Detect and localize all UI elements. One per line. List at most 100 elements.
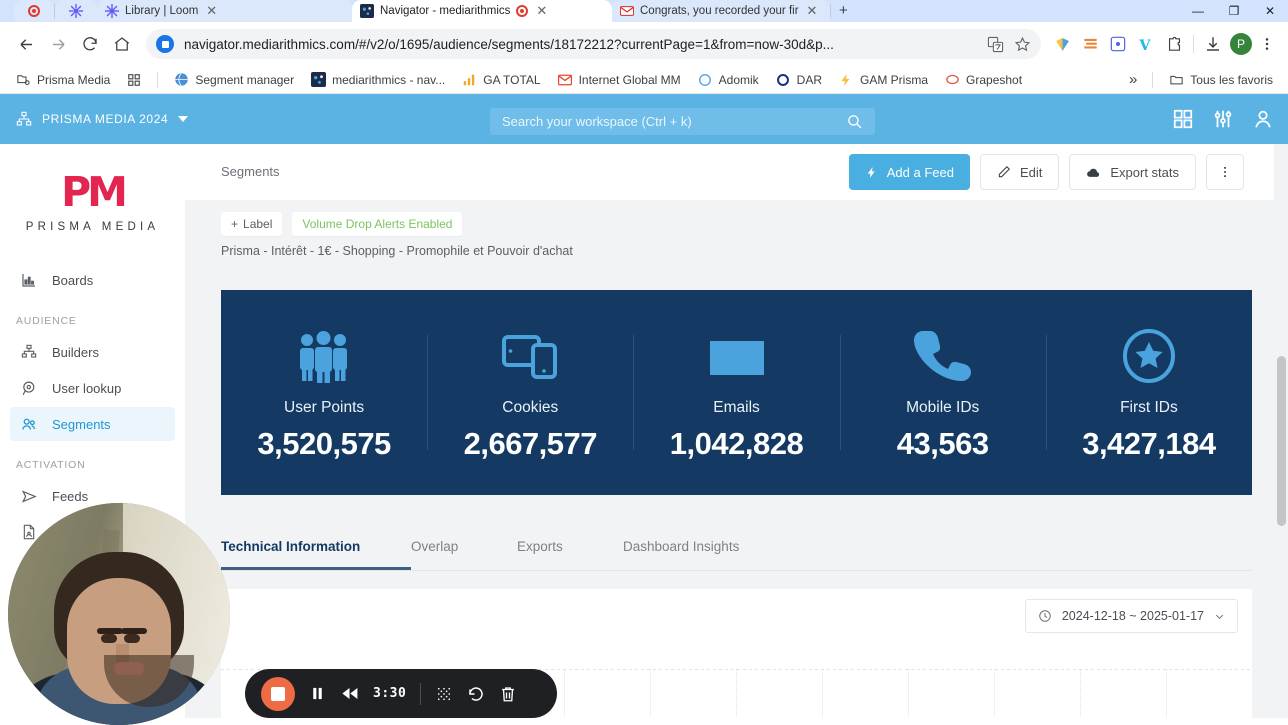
dotted-grid-icon[interactable] (435, 685, 453, 703)
profile-avatar[interactable]: P (1226, 31, 1256, 57)
breadcrumb[interactable]: Segments (221, 164, 280, 179)
pause-icon[interactable] (309, 685, 326, 702)
grammarly-icon[interactable] (1049, 31, 1075, 57)
tab-dashboard-insights[interactable]: Dashboard Insights (623, 539, 739, 570)
bookmark-segment-manager[interactable]: Segment manager (166, 69, 301, 91)
loom-control-bar: 3:30 (245, 669, 557, 718)
bookmark-label: GAM Prisma (860, 72, 929, 87)
window-close-button[interactable]: ✕ (1252, 0, 1288, 22)
browser-tab-navigator[interactable]: Navigator - mediarithmics ✕ (352, 0, 612, 22)
webcam-eye-right (124, 633, 141, 643)
organisation-selector[interactable]: PRISMA MEDIA 2024 (16, 111, 189, 127)
main-content: Segments Add a Feed Edit Export stats + … (185, 144, 1288, 718)
browser-tab-congrats[interactable]: Congrats, you recorded your fir ✕ (612, 0, 830, 22)
settings-sliders-icon[interactable] (1212, 108, 1234, 130)
add-label-chip[interactable]: + Label (221, 212, 283, 236)
bookmark-internet-global-mm[interactable]: Internet Global MM (550, 69, 688, 91)
browser-tab-loom[interactable] (14, 0, 54, 22)
bookmark-label: Internet Global MM (578, 72, 681, 87)
bookmark-dar[interactable]: DAR (768, 69, 829, 91)
devices-icon (427, 323, 633, 383)
loom-icon[interactable] (1105, 31, 1131, 57)
sidebar-item-boards[interactable]: Boards (10, 263, 175, 297)
translate-icon[interactable] (987, 36, 1004, 53)
apps-grid-icon[interactable] (1172, 108, 1194, 130)
window-maximize-button[interactable]: ❐ (1216, 0, 1252, 22)
window-minimize-button[interactable]: — (1180, 0, 1216, 22)
forward-button[interactable] (42, 28, 74, 60)
back-button[interactable] (10, 28, 42, 60)
builders-hierarchy-icon (20, 343, 38, 361)
bookmark-label: Adomik (718, 72, 759, 87)
star-circle-icon (1046, 323, 1252, 383)
bookmark-prisma-media[interactable]: Prisma Media (8, 69, 117, 91)
date-range-picker[interactable]: 2024-12-18 ~ 2025-01-17 (1024, 599, 1238, 633)
browser-tab-loom-2[interactable] (55, 0, 97, 22)
sidebar-item-label: User lookup (52, 380, 122, 396)
detail-tabs: Technical Information Overlap Exports Da… (221, 539, 1252, 571)
tab-close-icon[interactable]: ✕ (536, 3, 547, 19)
plus-icon: + (231, 217, 239, 231)
home-button[interactable] (106, 28, 138, 60)
tab-exports[interactable]: Exports (517, 539, 623, 570)
tab-close-icon[interactable]: ✕ (206, 3, 217, 19)
sidebar-item-user-lookup[interactable]: User lookup (10, 371, 175, 405)
workspace-search-input[interactable]: Search your workspace (Ctrl + k) (490, 108, 875, 135)
tab-recording-indicator-icon (28, 5, 40, 17)
bookmark-adomik[interactable]: Adomik (690, 69, 766, 91)
page-scrollbar[interactable] (1274, 144, 1288, 718)
people-group-icon (221, 323, 427, 383)
bookmark-gam-prisma[interactable]: GAM Prisma (831, 69, 935, 91)
bookmark-label: DAR (796, 72, 822, 87)
vimeo-icon[interactable]: V (1133, 31, 1159, 57)
export-stats-button[interactable]: Export stats (1069, 154, 1196, 190)
adomik-circle-icon (697, 72, 713, 88)
site-info-icon[interactable] (156, 35, 174, 53)
kebab-menu-icon[interactable] (1256, 31, 1278, 57)
puzzle-extensions-icon[interactable] (1161, 31, 1187, 57)
tab-overlap[interactable]: Overlap (411, 539, 517, 570)
bookmark-star-icon[interactable] (1014, 36, 1031, 53)
more-actions-button[interactable] (1206, 154, 1244, 190)
restart-icon[interactable] (467, 685, 485, 703)
bookmark-divider (1152, 71, 1154, 88)
all-bookmarks-button[interactable]: Tous les favoris (1161, 69, 1280, 91)
trash-icon[interactable] (499, 685, 517, 703)
window-controls: — ❐ ✕ (1180, 0, 1288, 22)
app-header-icons (1172, 94, 1274, 144)
address-bar[interactable]: navigator.mediarithmics.com/#/v2/o/1695/… (146, 29, 1041, 59)
bookmark-ga-total[interactable]: GA TOTAL (454, 69, 547, 91)
extension-orange-icon[interactable] (1077, 31, 1103, 57)
new-tab-button[interactable]: + (831, 0, 856, 22)
bookmarks-bar: Prisma Media Segment manager mediarithmi… (0, 66, 1288, 94)
webcam-mouth (113, 661, 144, 675)
stop-recording-button[interactable] (261, 676, 295, 711)
browser-tab-library-loom[interactable]: Library | Loom ✕ (97, 0, 352, 22)
mediarithmics-icon (310, 72, 326, 88)
add-feed-button[interactable]: Add a Feed (848, 154, 970, 190)
sidebar-item-builders[interactable]: Builders (10, 335, 175, 369)
tab-close-icon[interactable]: ✕ (807, 3, 818, 19)
loom-webcam-bubble[interactable] (8, 503, 230, 725)
bookmark-mediarithmics[interactable]: mediarithmics - nav... (303, 69, 452, 91)
tab-title: Congrats, you recorded your fir (640, 5, 799, 17)
stat-label: First IDs (1120, 399, 1178, 416)
volume-drop-alerts-chip[interactable]: Volume Drop Alerts Enabled (292, 212, 463, 236)
bookmark-label: Prisma Media (37, 72, 111, 87)
export-stats-label: Export stats (1110, 164, 1179, 180)
reload-button[interactable] (74, 28, 106, 60)
apps-grid-icon (126, 72, 142, 88)
scrollbar-thumb[interactable] (1277, 356, 1286, 526)
logo-name: PRISMA MEDIA (25, 221, 160, 233)
bookmarks-overflow-button[interactable]: » (1122, 68, 1144, 91)
bookmark-grapeshot[interactable]: Grapeshot (937, 69, 1029, 91)
sidebar-section-audience: AUDIENCE (16, 315, 77, 327)
edit-button[interactable]: Edit (979, 154, 1060, 190)
tab-technical-information[interactable]: Technical Information (221, 539, 411, 570)
rewind-icon[interactable] (340, 684, 359, 703)
sidebar-item-segments[interactable]: Segments (10, 407, 175, 441)
download-icon[interactable] (1200, 31, 1226, 57)
bookmark-apps[interactable] (119, 69, 149, 91)
user-account-icon[interactable] (1252, 108, 1274, 130)
stat-label: Emails (713, 399, 760, 416)
